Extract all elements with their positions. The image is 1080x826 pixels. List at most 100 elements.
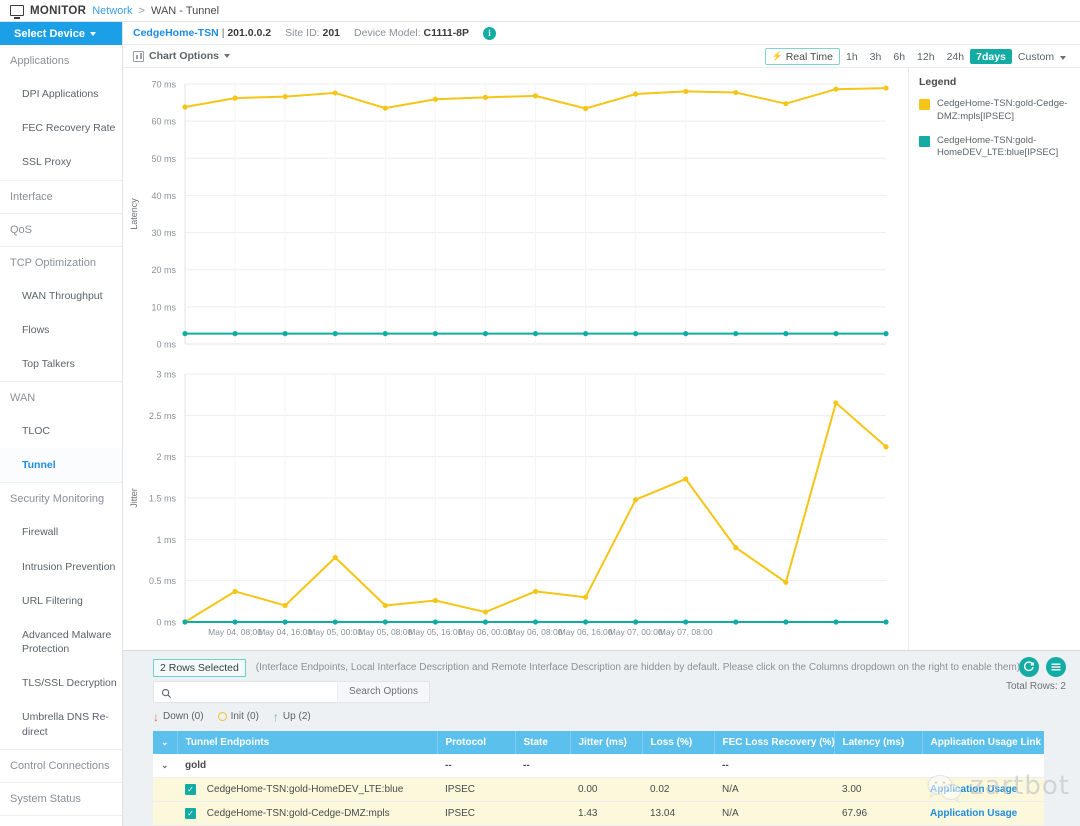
site-id: Site ID: 201 <box>285 27 340 39</box>
time-range-24h[interactable]: 24h <box>941 49 971 64</box>
sidebar-item-dpi-applications[interactable]: DPI Applications <box>0 77 122 111</box>
column-header-application-usage-link[interactable]: Application Usage Link <box>922 730 1044 754</box>
device-info-bar: CedgeHome-TSN | 201.0.0.2 Site ID: 201 D… <box>123 22 1080 45</box>
sidebar-item-qos[interactable]: QoS <box>0 214 122 246</box>
monitor-icon <box>10 5 24 19</box>
svg-text:40 ms: 40 ms <box>151 191 176 201</box>
cell-loss: 0.02 <box>642 777 714 802</box>
row-checkbox[interactable]: ✓ <box>185 783 196 795</box>
sidebar-item-advanced-malware-protection[interactable]: Advanced Malware Protection <box>0 618 122 666</box>
select-device-button[interactable]: Select Device <box>0 22 122 45</box>
legend-entry[interactable]: CedgeHome-TSN:gold-HomeDEV_LTE:blue[IPSE… <box>919 135 1072 161</box>
table-row[interactable]: ✓ CedgeHome-TSN:gold-HomeDEV_LTE:blue IPS… <box>153 777 1044 802</box>
group-jitter <box>570 753 642 778</box>
legend-swatch-icon <box>919 99 930 110</box>
time-range-7days[interactable]: 7days <box>970 49 1012 64</box>
sidebar-item-security-monitoring[interactable]: Security Monitoring <box>0 483 122 515</box>
table-row[interactable]: ✓ CedgeHome-TSN:gold-Cedge-DMZ:mpls IPSEC… <box>153 801 1044 826</box>
sidebar-item-applications[interactable]: Applications <box>0 45 122 77</box>
refresh-icon[interactable] <box>1019 656 1039 677</box>
cell-jitter: 0.00 <box>570 777 642 802</box>
device-ip: 201.0.0.2 <box>227 27 272 39</box>
column-header-state[interactable]: State <box>515 730 571 754</box>
custom-range-button[interactable]: Custom <box>1012 49 1070 64</box>
svg-text:0 ms: 0 ms <box>156 340 176 350</box>
sidebar-item-wan[interactable]: WAN <box>0 382 122 414</box>
column-header-fec-loss-recovery-[interactable]: FEC Loss Recovery (%) <box>714 730 835 754</box>
jitter-chart[interactable]: 0 ms 0.5 ms 1 ms 1.5 ms 2 ms 2.5 ms 3 ms Jitter… <box>123 358 898 648</box>
site-id-label: Site ID: <box>285 27 320 39</box>
sidebar-item-interface[interactable]: Interface <box>0 181 122 213</box>
application-usage-link[interactable]: Application Usage <box>930 808 1017 819</box>
group-protocol: -- <box>437 753 515 778</box>
svg-text:May 04, 16:00: May 04, 16:00 <box>258 627 312 637</box>
time-range-3h[interactable]: 3h <box>864 49 888 64</box>
bar-chart-icon <box>133 50 144 62</box>
sidebar-item-tcp-optimization[interactable]: TCP Optimization <box>0 247 122 279</box>
sidebar-item-flows[interactable]: Flows <box>0 313 122 347</box>
custom-range-label: Custom <box>1017 50 1055 63</box>
legend-entry[interactable]: CedgeHome-TSN:gold-Cedge-DMZ:mpls[IPSEC] <box>919 98 1072 124</box>
time-range-1h[interactable]: 1h <box>840 49 864 64</box>
sidebar-item-fec-recovery-rate[interactable]: FEC Recovery Rate <box>0 111 122 145</box>
device-identity: CedgeHome-TSN | 201.0.0.2 <box>133 27 271 39</box>
sidebar-item-control-connections[interactable]: Control Connections <box>0 750 122 782</box>
sidebar-item-ssl-proxy[interactable]: SSL Proxy <box>0 145 122 179</box>
sidebar-item-wan-throughput[interactable]: WAN Throughput <box>0 279 122 313</box>
chevron-down-icon[interactable]: ⌄ <box>161 760 169 770</box>
cell-jitter: 1.43 <box>570 801 642 826</box>
breadcrumb-network-link[interactable]: Network <box>92 5 132 17</box>
sidebar-item-top-talkers[interactable]: Top Talkers <box>0 347 122 381</box>
search-input[interactable] <box>154 681 337 702</box>
device-name-link[interactable]: CedgeHome-TSN <box>133 27 219 39</box>
select-all-column[interactable]: ⌄ <box>153 730 178 754</box>
application-usage-link[interactable]: Application Usage <box>930 784 1017 795</box>
charts-and-legend: 0 ms 10 ms 20 ms 30 ms 40 ms 50 ms 60 ms 70 ms L… <box>123 68 1080 650</box>
chart-options-button[interactable]: Chart Options <box>133 50 230 62</box>
svg-text:May 05, 16:00: May 05, 16:00 <box>408 627 462 637</box>
top-bar: MONITOR Network > WAN - Tunnel <box>0 0 1080 22</box>
latency-chart[interactable]: 0 ms 10 ms 20 ms 30 ms 40 ms 50 ms 60 ms 70 ms L… <box>123 68 898 358</box>
time-range-selector: ⚡ Real Time 1h 3h 6h 12h 24h 7days Custom <box>764 48 1071 65</box>
status-filter[interactable]: ↓ Down (0) <box>153 710 204 724</box>
sidebar-item-events[interactable]: Events <box>0 816 122 826</box>
sidebar-item-intrusion-prevention[interactable]: Intrusion Prevention <box>0 550 122 584</box>
info-icon[interactable]: i <box>483 26 497 40</box>
column-header-loss-[interactable]: Loss (%) <box>642 730 715 754</box>
column-header-tunnel-endpoints[interactable]: Tunnel Endpoints <box>177 730 438 754</box>
sidebar-item-umbrella-dns-re-direct[interactable]: Umbrella DNS Re-direct <box>0 700 122 748</box>
sidebar-item-system-status[interactable]: System Status <box>0 783 122 815</box>
status-filter[interactable]: ↑ Up (2) <box>273 710 311 724</box>
charts-area: 0 ms 10 ms 20 ms 30 ms 40 ms 50 ms 60 ms 70 ms L… <box>123 68 908 650</box>
sidebar-item-tunnel[interactable]: Tunnel <box>0 448 122 483</box>
status-filter[interactable]: Init (0) <box>217 711 259 722</box>
device-sep: | <box>221 27 225 39</box>
chart-options-label: Chart Options <box>149 50 219 62</box>
breadcrumb-separator: > <box>138 4 145 17</box>
bolt-icon: ⚡ <box>771 51 783 61</box>
sidebar-item-tls-ssl-decryption[interactable]: TLS/SSL Decryption <box>0 666 122 700</box>
sidebar-group: TCP Optimization WAN Throughput Flows Top T… <box>0 247 122 383</box>
time-range-6h[interactable]: 6h <box>887 49 911 64</box>
row-checkbox[interactable]: ✓ <box>185 807 196 819</box>
time-range-12h[interactable]: 12h <box>911 49 941 64</box>
column-header-protocol[interactable]: Protocol <box>437 730 516 754</box>
clock-icon <box>217 712 227 722</box>
sidebar-item-tloc[interactable]: TLOC <box>0 414 122 448</box>
cell-loss: 13.04 <box>642 801 714 826</box>
tunnel-table-panel: 2 Rows Selected (Interface Endpoints, Lo… <box>123 649 1080 826</box>
columns-menu-icon[interactable] <box>1046 656 1066 677</box>
svg-text:20 ms: 20 ms <box>151 265 176 275</box>
column-header-latency-ms-[interactable]: Latency (ms) <box>834 730 923 754</box>
svg-text:70 ms: 70 ms <box>151 80 176 90</box>
real-time-button[interactable]: ⚡ Real Time <box>764 48 840 65</box>
search-options-button[interactable]: Search Options <box>337 681 429 702</box>
svg-text:May 04, 08:00: May 04, 08:00 <box>208 627 262 637</box>
rows-selected-badge[interactable]: 2 Rows Selected <box>153 658 246 677</box>
column-header-jitter-ms-[interactable]: Jitter (ms) <box>570 730 643 754</box>
sidebar-item-firewall[interactable]: Firewall <box>0 515 122 549</box>
svg-text:30 ms: 30 ms <box>151 228 176 238</box>
table-group-row[interactable]: ⌄ gold -- -- -- <box>153 753 1044 778</box>
tunnel-endpoint-label: CedgeHome-TSN:gold-Cedge-DMZ:mpls <box>206 808 390 819</box>
sidebar-item-url-filtering[interactable]: URL Filtering <box>0 584 122 618</box>
